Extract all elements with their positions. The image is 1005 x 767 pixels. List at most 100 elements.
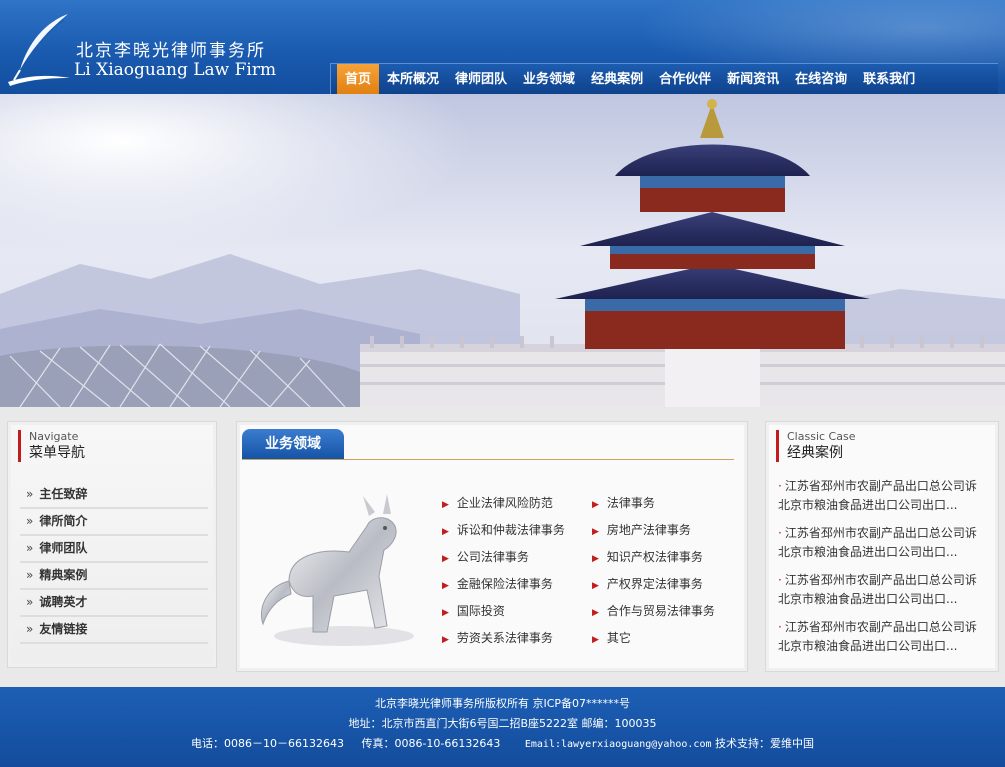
practice-link[interactable]: ▶ 产权界定法律事务 bbox=[592, 575, 732, 592]
nav-partners[interactable]: 合作伙伴 bbox=[651, 64, 719, 95]
nav-classic-cases[interactable]: 经典案例 bbox=[583, 64, 651, 95]
menu-item-label: 友情链接 bbox=[39, 622, 88, 636]
practice-label: 公司法律事务 bbox=[456, 550, 529, 564]
nav-news[interactable]: 新闻资讯 bbox=[719, 64, 787, 95]
nav-about[interactable]: 本所概况 bbox=[379, 64, 447, 95]
practice-link[interactable]: ▶ 房地产法律事务 bbox=[592, 521, 732, 538]
double-chevron-right-icon: » bbox=[26, 622, 34, 636]
menu-title-en: Navigate bbox=[29, 430, 79, 443]
practice-link[interactable]: ▶ 知识产权法律事务 bbox=[592, 548, 732, 565]
case-title-line2: 北京市粮油食品进出口公司出口... bbox=[778, 639, 958, 653]
bullet-icon: · bbox=[778, 479, 782, 493]
main-nav: 首页 本所概况 律师团队 业务领域 经典案例 合作伙伴 新闻资讯 在线咨询 联系… bbox=[330, 63, 998, 94]
footer-tech-support[interactable]: 技术支持：爱维中国 bbox=[715, 737, 814, 750]
menu-item-links[interactable]: » 友情链接 bbox=[20, 617, 208, 644]
practice-label: 产权界定法律事务 bbox=[606, 577, 703, 591]
practice-label: 劳资关系法律事务 bbox=[456, 631, 553, 645]
cases-title-en: Classic Case bbox=[787, 430, 856, 443]
logo-chinese-name: 北京李晓光律师事务所 bbox=[76, 41, 266, 61]
practice-label: 合作与贸易法律事务 bbox=[606, 604, 715, 618]
site-header: 北京李晓光律师事务所 Li Xiaoguang Law Firm 首页 本所概况… bbox=[0, 0, 1005, 94]
practice-label: 法律事务 bbox=[606, 496, 655, 510]
logo-english-name: Li Xiaoguang Law Firm bbox=[74, 60, 277, 80]
feather-quill-icon bbox=[8, 14, 70, 86]
practice-link[interactable]: ▶ 合作与贸易法律事务 bbox=[592, 602, 732, 619]
practice-link[interactable]: ▶ 公司法律事务 bbox=[442, 548, 592, 565]
bullet-triangle-icon: ▶ bbox=[442, 500, 449, 510]
footer-email-link[interactable]: Email:lawyerxiaoguang@yahoo.com bbox=[525, 739, 712, 750]
case-title-line1: 江苏省邳州市农副产品出口总公司诉 bbox=[784, 573, 977, 587]
bullet-icon: · bbox=[778, 573, 782, 587]
divider bbox=[242, 459, 734, 460]
case-title-line1: 江苏省邳州市农副产品出口总公司诉 bbox=[784, 479, 977, 493]
practice-label: 企业法律风险防范 bbox=[456, 496, 553, 510]
nav-lawyer-team[interactable]: 律师团队 bbox=[447, 64, 515, 95]
bullet-triangle-icon: ▶ bbox=[442, 527, 449, 537]
qilin-statue-image bbox=[261, 494, 414, 646]
menu-item-label: 精典案例 bbox=[39, 568, 88, 582]
practice-link[interactable]: ▶ 法律事务 bbox=[592, 494, 732, 511]
menu-panel-title: Navigate 菜单导航 bbox=[18, 430, 85, 462]
practice-label: 金融保险法律事务 bbox=[456, 577, 553, 591]
bullet-triangle-icon: ▶ bbox=[592, 635, 599, 645]
practice-link[interactable]: ▶ 国际投资 bbox=[442, 602, 592, 619]
case-title-line2: 北京市粮油食品进出口公司出口... bbox=[778, 498, 958, 512]
bullet-icon: · bbox=[778, 620, 782, 634]
bullet-triangle-icon: ▶ bbox=[592, 581, 599, 591]
footer-fax: 传真：0086-10-66132643 bbox=[361, 737, 501, 750]
practice-label: 诉讼和仲裁法律事务 bbox=[456, 523, 565, 537]
footer-address: 地址：北京市西直门大街6号国二招B座5222室 邮编：100035 bbox=[348, 717, 657, 730]
practice-areas-tab[interactable]: 业务领域 bbox=[242, 429, 344, 459]
practice-label: 房地产法律事务 bbox=[606, 523, 691, 537]
double-chevron-right-icon: » bbox=[26, 595, 34, 609]
menu-item-director-speech[interactable]: » 主任致辞 bbox=[20, 482, 208, 509]
practice-areas-panel: 业务领域 ▶ 企业法律风险防范 ▶ 法律事务 ▶ 诉讼和仲裁法律事务 ▶ 房地产法律事务… bbox=[236, 421, 748, 672]
practice-label: 知识产权法律事务 bbox=[606, 550, 703, 564]
double-chevron-right-icon: » bbox=[26, 514, 34, 528]
case-link[interactable]: · 江苏省邳州市农副产品出口总公司诉 北京市粮油食品进出口公司出口... bbox=[778, 477, 996, 524]
case-title-line2: 北京市粮油食品进出口公司出口... bbox=[778, 545, 958, 559]
case-link[interactable]: · 江苏省邳州市农副产品出口总公司诉 北京市粮油食品进出口公司出口... bbox=[778, 571, 996, 618]
menu-title-cn: 菜单导航 bbox=[29, 445, 85, 461]
case-title-line1: 江苏省邳州市农副产品出口总公司诉 bbox=[784, 620, 977, 634]
nav-home[interactable]: 首页 bbox=[337, 63, 380, 94]
menu-item-cases[interactable]: » 精典案例 bbox=[20, 563, 208, 590]
bullet-triangle-icon: ▶ bbox=[442, 608, 449, 618]
case-link[interactable]: · 江苏省邳州市农副产品出口总公司诉 北京市粮油食品进出口公司出口... bbox=[778, 618, 996, 665]
menu-item-label: 诚聘英才 bbox=[39, 595, 88, 609]
bullet-icon: · bbox=[778, 526, 782, 540]
menu-item-firm-intro[interactable]: » 律所简介 bbox=[20, 509, 208, 536]
cases-panel-title: Classic Case 经典案例 bbox=[776, 430, 855, 462]
bullet-triangle-icon: ▶ bbox=[592, 608, 599, 618]
nav-online-consult[interactable]: 在线咨询 bbox=[787, 64, 855, 95]
bullet-triangle-icon: ▶ bbox=[442, 581, 449, 591]
footer-phone: 电话：0086－10－66132643 bbox=[190, 737, 344, 750]
menu-list: » 主任致辞 » 律所简介 » 律师团队 » 精典案例 » 诚聘英才 » 友情链接 bbox=[20, 482, 208, 644]
menu-item-label: 律所简介 bbox=[39, 514, 88, 528]
practice-link[interactable]: ▶ 金融保险法律事务 bbox=[442, 575, 592, 592]
hero-banner bbox=[0, 94, 1005, 407]
menu-item-lawyer-team[interactable]: » 律师团队 bbox=[20, 536, 208, 563]
practice-label: 其它 bbox=[606, 631, 631, 645]
cases-title-cn: 经典案例 bbox=[787, 445, 843, 461]
case-title-line2: 北京市粮油食品进出口公司出口... bbox=[778, 592, 958, 606]
bullet-triangle-icon: ▶ bbox=[442, 554, 449, 564]
practice-link[interactable]: ▶ 其它 bbox=[592, 629, 732, 646]
practice-link[interactable]: ▶ 劳资关系法律事务 bbox=[442, 629, 592, 646]
bullet-triangle-icon: ▶ bbox=[592, 554, 599, 564]
practice-link[interactable]: ▶ 企业法律风险防范 bbox=[442, 494, 592, 511]
double-chevron-right-icon: » bbox=[26, 568, 34, 582]
menu-item-label: 主任致辞 bbox=[39, 487, 88, 501]
case-link[interactable]: · 江苏省邳州市农副产品出口总公司诉 北京市粮油食品进出口公司出口... bbox=[778, 524, 996, 571]
nav-practice-areas[interactable]: 业务领域 bbox=[515, 64, 583, 95]
nav-contact[interactable]: 联系我们 bbox=[855, 64, 923, 95]
practice-label: 国际投资 bbox=[456, 604, 505, 618]
bullet-triangle-icon: ▶ bbox=[592, 527, 599, 537]
footer-copyright: 北京李晓光律师事务所版权所有 京ICP备07******号 bbox=[374, 697, 631, 710]
case-title-line1: 江苏省邳州市农副产品出口总公司诉 bbox=[784, 526, 977, 540]
menu-navigation-panel: Navigate 菜单导航 » 主任致辞 » 律所简介 » 律师团队 » 精典案例 » 诚… bbox=[7, 421, 217, 668]
double-chevron-right-icon: » bbox=[26, 487, 34, 501]
site-logo[interactable]: 北京李晓光律师事务所 Li Xiaoguang Law Firm bbox=[6, 12, 316, 86]
menu-item-careers[interactable]: » 诚聘英才 bbox=[20, 590, 208, 617]
practice-link[interactable]: ▶ 诉讼和仲裁法律事务 bbox=[442, 521, 592, 538]
